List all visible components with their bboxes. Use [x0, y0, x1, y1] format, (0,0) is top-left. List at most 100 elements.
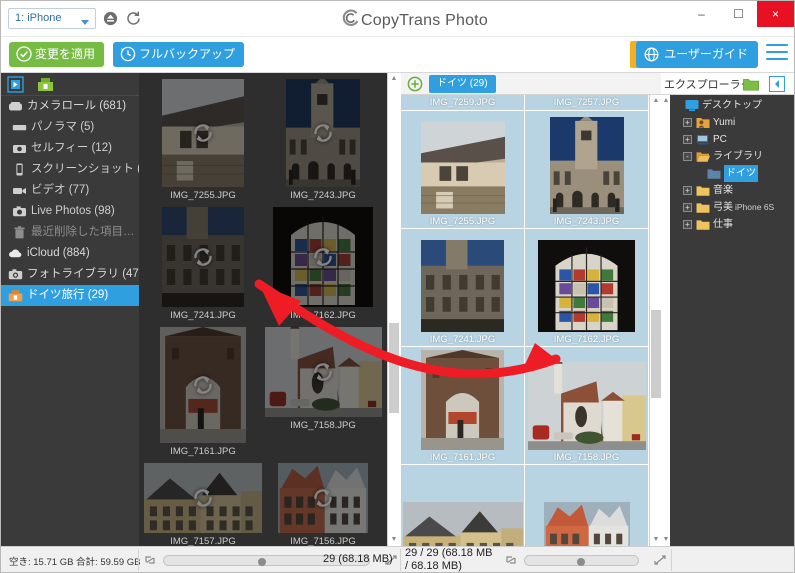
minimize-button[interactable]: –	[683, 1, 720, 27]
explorer-node-label: 音楽	[713, 185, 733, 196]
user-guide-button[interactable]: ユーザーガイド	[636, 41, 758, 68]
sidebar-item-0[interactable]: カメラロール (681)	[1, 96, 139, 117]
collapse-node-icon[interactable]: -	[683, 152, 692, 161]
photo-thumbnail	[144, 463, 262, 533]
explorer-tree-node-1[interactable]: + Yumi	[670, 114, 794, 131]
user-guide-label: ユーザーガイド	[664, 47, 748, 61]
collapse-panel-icon[interactable]	[769, 76, 785, 92]
sidebar-item-8[interactable]: フォトライブラリ (47)	[1, 264, 139, 285]
album-photo-item[interactable]: IMG_7162.JPG	[525, 229, 649, 347]
right-zoom-slider[interactable]	[524, 555, 639, 566]
right-scroll-thumb[interactable]	[651, 310, 661, 398]
sidebar-item-4[interactable]: ビデオ (77)	[1, 180, 139, 201]
refresh-icon[interactable]	[125, 10, 142, 27]
device-select[interactable]: 1: iPhone	[8, 8, 96, 29]
expand-node-icon[interactable]: +	[683, 135, 692, 144]
sync-refresh-icon	[310, 485, 336, 511]
sidebar-tab-bar	[1, 73, 139, 96]
explorer-vertical-scrollbar[interactable]: ▲ ▼	[661, 95, 670, 546]
tab-albums-icon[interactable]	[37, 76, 54, 93]
album-photo-item[interactable]: IMG_7255.JPG	[401, 111, 525, 229]
explorer-tree-node-4[interactable]: ドイツ	[670, 165, 794, 182]
photo-filename: IMG_7241.JPG	[429, 334, 496, 345]
explorer-tree-node-3[interactable]: - ライブラリ	[670, 148, 794, 165]
tab-photos-icon[interactable]	[7, 76, 24, 93]
add-circle-icon[interactable]	[407, 76, 423, 92]
photo-thumbnail	[162, 207, 244, 307]
center-zoom-knob[interactable]	[258, 558, 267, 566]
hamburger-menu-icon[interactable]	[766, 44, 788, 64]
album-photo-item[interactable]: IMG_7259.JPG	[401, 95, 525, 111]
scroll-down-arrow-icon[interactable]: ▼	[662, 536, 670, 544]
right-vertical-scrollbar[interactable]: ▲ ▼	[649, 95, 661, 546]
sync-refresh-icon	[190, 485, 216, 511]
device-photo-item[interactable]: IMG_7162.JPG	[263, 207, 383, 321]
expand-node-icon[interactable]: +	[683, 203, 692, 212]
camera-roll-icon	[8, 99, 23, 114]
sidebar-item-label: ドイツ旅行 (29)	[27, 289, 109, 301]
sidebar-item-2[interactable]: セルフィー (12)	[1, 138, 139, 159]
sidebar: カメラロール (681) パノラマ (5) セルフィー (12) スクリーンショット …	[1, 73, 139, 546]
sidebar-item-3[interactable]: スクリーンショット (22)	[1, 159, 139, 180]
device-photo-item[interactable]: IMG_7158.JPG	[263, 327, 383, 457]
scroll-down-arrow-icon[interactable]: ▼	[652, 536, 660, 544]
sidebar-item-1[interactable]: パノラマ (5)	[1, 117, 139, 138]
full-backup-button[interactable]: フルバックアップ	[113, 42, 245, 67]
photo-filename: IMG_7156.JPG	[290, 536, 356, 546]
scroll-up-arrow-icon[interactable]: ▲	[652, 97, 660, 105]
center-vertical-scrollbar[interactable]: ▲ ▼	[387, 73, 399, 546]
zoom-out-icon[interactable]	[504, 553, 518, 567]
sidebar-item-9[interactable]: ドイツ旅行 (29)	[1, 285, 139, 306]
eject-icon[interactable]	[102, 10, 119, 27]
explorer-tree-node-7[interactable]: + 仕事	[670, 216, 794, 233]
device-photo-item[interactable]: IMG_7255.JPG	[143, 79, 263, 201]
device-photo-item[interactable]: IMG_7157.JPG	[143, 463, 263, 546]
right-zoom-knob[interactable]	[576, 558, 585, 566]
sidebar-item-5[interactable]: Live Photos (98)	[1, 201, 139, 222]
device-photo-item[interactable]: IMG_7156.JPG	[263, 463, 383, 546]
explorer-tree-node-2[interactable]: + PC	[670, 131, 794, 148]
album-photo-item[interactable]: IMG_7157.JPG	[401, 465, 525, 546]
expand-node-icon[interactable]: +	[683, 118, 692, 127]
device-photo-item[interactable]: IMG_7161.JPG	[143, 327, 263, 457]
folder-icon	[696, 218, 710, 231]
album-photo-item[interactable]: IMG_7158.JPG	[525, 347, 649, 465]
scroll-up-arrow-icon[interactable]: ▲	[390, 75, 398, 83]
explorer-header: エクスプローラー	[661, 73, 794, 95]
expand-node-icon[interactable]: +	[683, 220, 692, 229]
scroll-down-arrow-icon[interactable]: ▼	[390, 536, 398, 544]
album-photo-item[interactable]: IMG_7161.JPG	[401, 347, 525, 465]
app-title: CopyTrans Photo	[341, 9, 488, 30]
zoom-out-icon[interactable]	[143, 553, 157, 567]
album-photo-item[interactable]: IMG_7257.JPG	[525, 95, 649, 111]
photo-thumbnail	[286, 79, 360, 187]
explorer-tree-node-0[interactable]: デスクトップ	[670, 97, 794, 114]
photo-filename: IMG_7259.JPG	[429, 97, 496, 108]
sidebar-item-6[interactable]: 最近削除した項目…	[1, 222, 139, 243]
album-photo-item[interactable]: IMG_7241.JPG	[401, 229, 525, 347]
status-divider	[400, 549, 401, 571]
sidebar-item-7[interactable]: iCloud (884)	[1, 243, 139, 264]
album-photo-item[interactable]: IMG_7156.JPG	[525, 465, 649, 546]
explorer-node-sublabel: iPhone 6S	[735, 202, 775, 212]
scroll-up-arrow-icon[interactable]: ▲	[662, 97, 670, 105]
explorer-tree-node-5[interactable]: + 音楽	[670, 182, 794, 199]
close-button[interactable]: ×	[757, 1, 794, 27]
tab-album-doitsu[interactable]: ドイツ (29)	[429, 75, 496, 93]
maximize-icon: ☐	[733, 7, 744, 21]
photo-thumbnail	[421, 350, 504, 450]
apply-changes-button[interactable]: 変更を適用	[9, 42, 105, 67]
explorer-folder-tree: デスクトップ + Yumi + PC - ライブラリ ドイツ + 音楽 + 弓美 iPhone 6S + 仕…	[670, 97, 794, 233]
pc-icon	[696, 133, 710, 146]
new-folder-icon[interactable]	[743, 77, 759, 91]
expand-node-icon[interactable]: +	[683, 186, 692, 195]
zoom-in-icon[interactable]	[653, 553, 667, 567]
device-photo-item[interactable]: IMG_7241.JPG	[143, 207, 263, 321]
device-photo-item[interactable]: IMG_7243.JPG	[263, 79, 383, 201]
explorer-panel: エクスプローラー ▲ ▼ デスクトップ + Yumi + PC - ライブラリ ドイツ + 音楽 +…	[661, 73, 794, 546]
center-scroll-thumb[interactable]	[389, 323, 399, 413]
photo-filename: IMG_7161.JPG	[429, 452, 496, 463]
album-photo-item[interactable]: IMG_7243.JPG	[525, 111, 649, 229]
explorer-tree-node-6[interactable]: + 弓美 iPhone 6S	[670, 199, 794, 216]
maximize-button[interactable]: ☐	[720, 1, 757, 27]
